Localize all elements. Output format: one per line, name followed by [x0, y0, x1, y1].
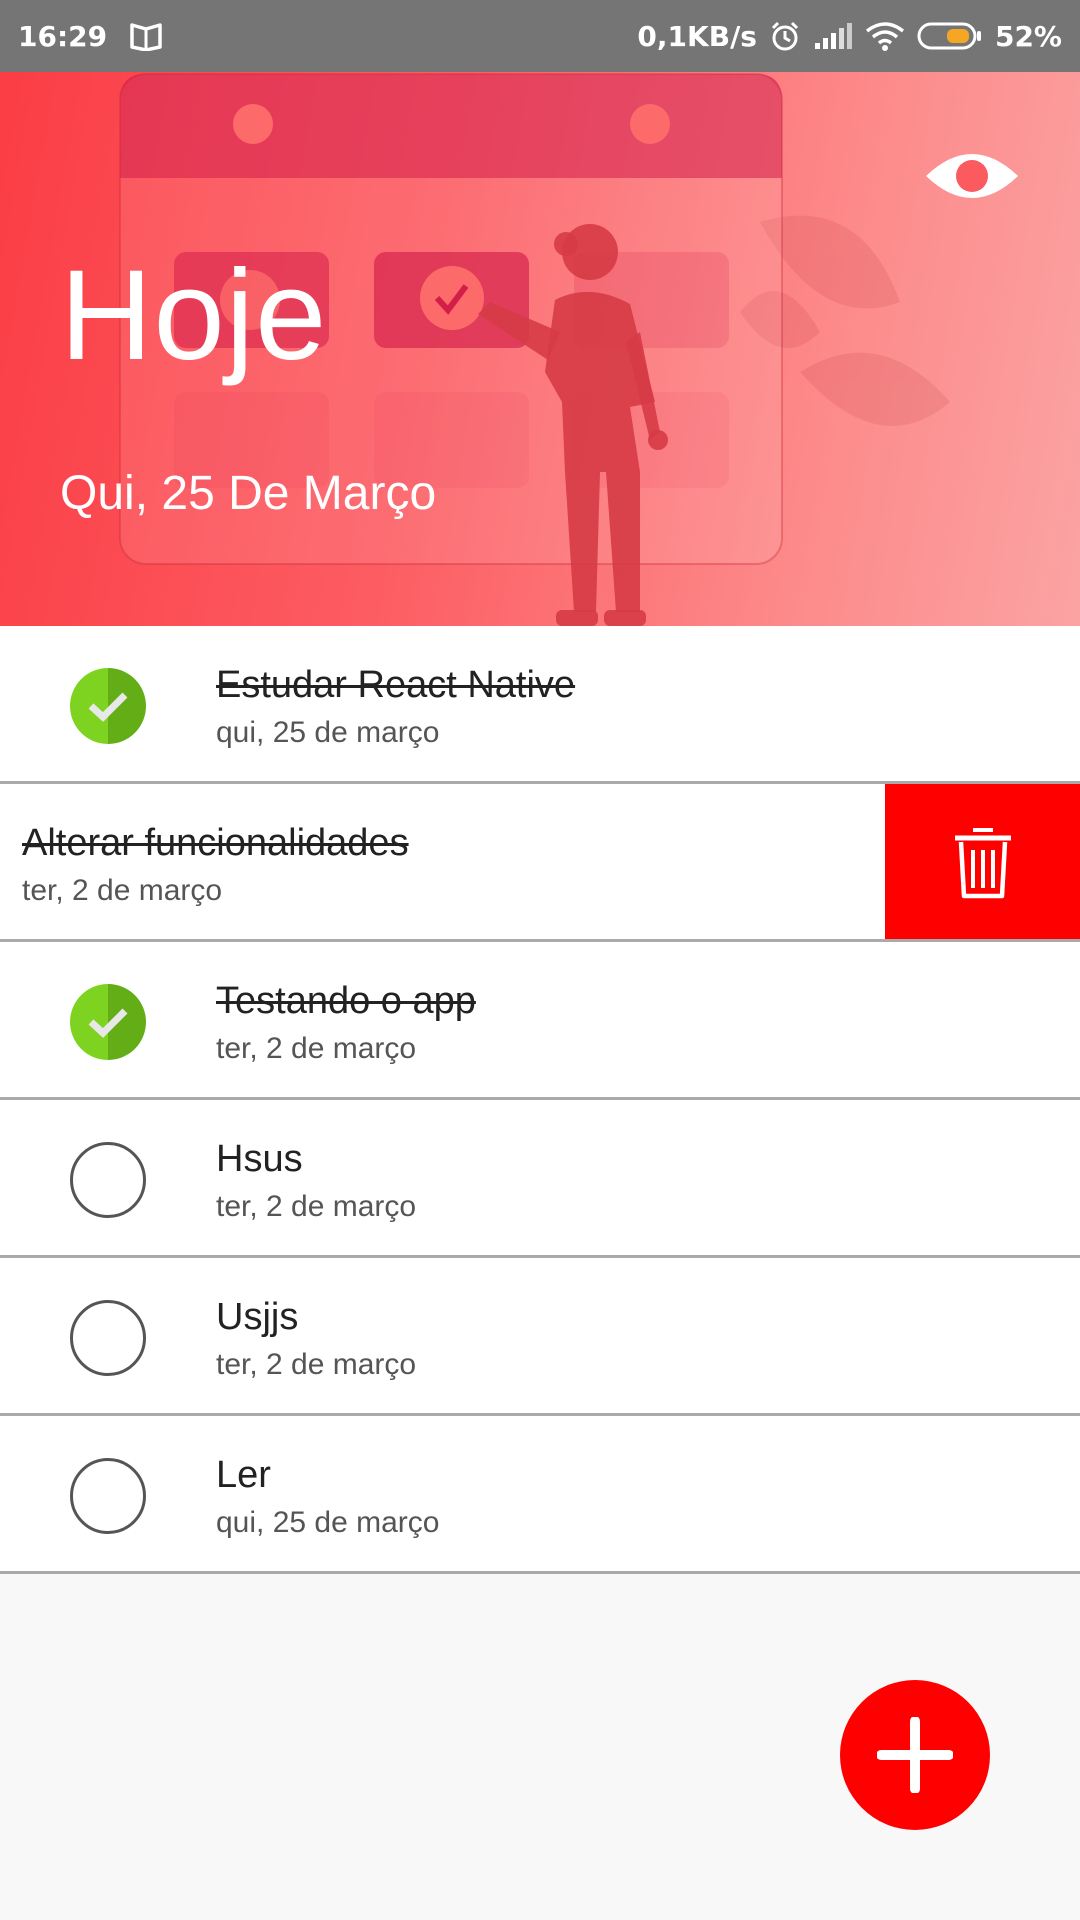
book-icon	[129, 21, 163, 51]
network-speed: 0,1KB/s	[637, 19, 757, 53]
page-title: Hoje	[60, 244, 328, 387]
alarm-icon	[769, 20, 801, 52]
task-row[interactable]: Ler qui, 25 de março	[0, 1416, 1080, 1574]
delete-task-button[interactable]	[885, 784, 1080, 939]
task-date: ter, 2 de março	[216, 1190, 417, 1223]
task-date: qui, 25 de março	[216, 716, 440, 749]
check-icon	[88, 1008, 128, 1038]
task-title: Estudar React Native	[216, 664, 576, 706]
signal-icon	[813, 21, 853, 51]
task-date: ter, 2 de março	[216, 1032, 417, 1065]
plus-icon	[877, 1717, 953, 1793]
add-task-button[interactable]	[840, 1680, 990, 1830]
status-time: 16:29	[18, 19, 108, 53]
header-banner: Hoje Qui, 25 De Março	[0, 72, 1080, 626]
task-date: qui, 25 de março	[216, 1506, 440, 1539]
battery-level: 52%	[994, 19, 1062, 53]
status-bar: 16:29 0,1KB/s 52%	[0, 0, 1080, 72]
app-screen: 16:29 0,1KB/s 52% Hoje Qui, 25 De Março …	[0, 0, 1080, 1920]
task-row[interactable]: Testando o app ter, 2 de março	[0, 942, 1080, 1100]
task-checkbox[interactable]	[70, 1458, 146, 1534]
task-date: ter, 2 de março	[22, 874, 223, 907]
task-title: Ler	[216, 1454, 271, 1496]
eye-icon	[926, 154, 1018, 198]
task-date: ter, 2 de março	[216, 1348, 417, 1381]
task-row[interactable]: Alterar funcionalidades ter, 2 de março	[0, 784, 1080, 942]
task-checkbox[interactable]	[70, 1300, 146, 1376]
trash-icon	[954, 827, 1011, 898]
task-row[interactable]: Hsus ter, 2 de março	[0, 1100, 1080, 1258]
page-date: Qui, 25 De Março	[60, 467, 437, 520]
battery-icon	[917, 21, 983, 51]
wifi-icon	[865, 21, 905, 51]
check-icon	[88, 692, 128, 722]
task-checkbox[interactable]	[70, 984, 146, 1060]
task-row[interactable]: Estudar React Native qui, 25 de março	[0, 626, 1080, 784]
task-checkbox[interactable]	[70, 1142, 146, 1218]
task-title: Usjjs	[216, 1296, 299, 1338]
task-row[interactable]: Usjjs ter, 2 de março	[0, 1258, 1080, 1416]
task-title: Alterar funcionalidades	[22, 822, 409, 864]
task-title: Hsus	[216, 1138, 303, 1180]
task-list: Estudar React Native qui, 25 de março Al…	[0, 626, 1080, 1574]
visibility-toggle-button[interactable]	[920, 136, 1024, 216]
task-checkbox[interactable]	[70, 668, 146, 744]
task-title: Testando o app	[216, 980, 476, 1022]
